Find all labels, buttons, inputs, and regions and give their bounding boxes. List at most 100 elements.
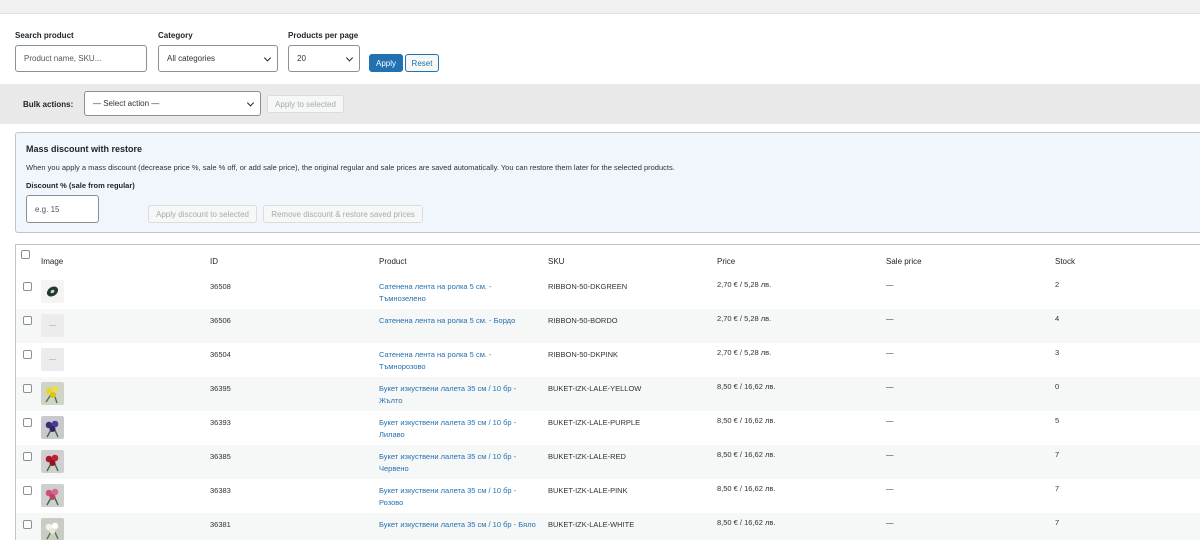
product-stock: 7: [1055, 450, 1060, 459]
product-stock: 3: [1055, 348, 1060, 357]
placeholder-thumb: [41, 314, 64, 337]
row-checkbox[interactable]: [23, 418, 32, 427]
product-sale-price: —: [886, 280, 894, 289]
remove-discount-button[interactable]: Remove discount & restore saved prices: [263, 205, 423, 223]
discount-title: Mass discount with restore: [26, 144, 143, 154]
product-stock: 7: [1055, 518, 1060, 527]
product-price: 2,70 € / 5,28 лв.: [717, 314, 772, 323]
per-page-value: 20: [297, 54, 306, 63]
discount-description: When you apply a mass discount (decrease…: [26, 163, 675, 172]
bulk-actions-label: Bulk actions:: [23, 100, 74, 109]
row-checkbox[interactable]: [23, 452, 32, 461]
product-sale-price: —: [886, 416, 894, 425]
tulip-purple-thumb: [41, 416, 64, 439]
discount-percent-input[interactable]: e.g. 15: [26, 195, 99, 223]
bulk-action-select[interactable]: — Select action —: [84, 91, 261, 116]
product-sku: BUKET-IZK-LALE-PURPLE: [548, 418, 641, 427]
bulk-actions-bar: Bulk actions: — Select action — Apply to…: [0, 84, 1200, 124]
per-page-label: Products per page: [288, 31, 359, 40]
row-checkbox[interactable]: [23, 384, 32, 393]
discount-placeholder: e.g. 15: [35, 204, 60, 214]
product-name-link[interactable]: Сатенена лента на ролка 5 см. - Бордо: [379, 315, 539, 327]
category-label: Category: [158, 31, 193, 40]
column-header-stock: Stock: [1055, 257, 1076, 266]
product-name-link[interactable]: Букет изкуствени лалета 35 см / 10 бр - …: [379, 485, 539, 509]
product-id: 36385: [210, 452, 231, 461]
apply-discount-button[interactable]: Apply discount to selected: [148, 205, 257, 223]
product-sale-price: —: [886, 348, 894, 357]
product-sale-price: —: [886, 314, 894, 323]
product-name-link[interactable]: Сатенена лента на ролка 5 см. - Тъмнозел…: [379, 281, 539, 305]
product-sku: BUKET-IZK-LALE-RED: [548, 452, 626, 461]
product-id: 36383: [210, 486, 231, 495]
product-price: 2,70 € / 5,28 лв.: [717, 280, 772, 289]
placeholder-thumb: [41, 348, 64, 371]
table-row: 36508 Сатенена лента на ролка 5 см. - Тъм…: [16, 275, 1200, 309]
product-name-link[interactable]: Букет изкуствени лалета 35 см / 10 бр - …: [379, 383, 539, 407]
apply-to-selected-button[interactable]: Apply to selected: [267, 95, 344, 113]
product-stock: 0: [1055, 382, 1060, 391]
product-name-link[interactable]: Букет изкуствени лалета 35 см / 10 бр - …: [379, 417, 539, 441]
product-id: 36395: [210, 384, 231, 393]
product-sku: BUKET-IZK-LALE-PINK: [548, 486, 628, 495]
discount-field-label: Discount % (sale from regular): [26, 181, 135, 190]
tulip-pink-thumb: [41, 484, 64, 507]
ribbon-dkgreen-thumb: [41, 280, 64, 303]
product-name-link[interactable]: Букет изкуствени лалета 35 см / 10 бр - …: [379, 451, 539, 475]
chevron-down-icon: [246, 98, 255, 107]
per-page-select[interactable]: 20: [288, 45, 360, 72]
search-label: Search product: [15, 31, 74, 40]
products-panel: Search product Product name, SKU... Cate…: [0, 13, 1200, 540]
table-row: 36393 Букет изкуствени лалета 35 см / 10 …: [16, 411, 1200, 445]
product-name-link[interactable]: Сатенена лента на ролка 5 см. - Тъмнороз…: [379, 349, 539, 373]
product-price: 8,50 € / 16,62 лв.: [717, 450, 776, 459]
chevron-down-icon: [345, 53, 354, 62]
row-checkbox[interactable]: [23, 520, 32, 529]
product-price: 8,50 € / 16,62 лв.: [717, 382, 776, 391]
column-header-price: Price: [717, 257, 736, 266]
product-price: 8,50 € / 16,62 лв.: [717, 416, 776, 425]
table-row: 36395 Букет изкуствени лалета 35 см / 10 …: [16, 377, 1200, 411]
product-sku: RIBBON-50-DKPINK: [548, 350, 619, 359]
column-header-sku: SKU: [548, 257, 565, 266]
product-sale-price: —: [886, 484, 894, 493]
column-header-image: Image: [41, 257, 64, 266]
product-name-link[interactable]: Букет изкуствени лалета 35 см / 10 бр - …: [379, 519, 539, 531]
select-all-checkbox[interactable]: [21, 250, 30, 259]
category-select[interactable]: All categories: [158, 45, 278, 72]
product-sku: BUKET-IZK-LALE-YELLOW: [548, 384, 642, 393]
mass-discount-box: Mass discount with restore When you appl…: [15, 132, 1200, 233]
product-id: 36506: [210, 316, 231, 325]
product-sale-price: —: [886, 382, 894, 391]
table-header: Image ID Product SKU Price Sale price St…: [16, 245, 1200, 275]
product-sale-price: —: [886, 518, 894, 527]
product-id: 36504: [210, 350, 231, 359]
search-placeholder: Product name, SKU...: [24, 54, 102, 63]
tulip-red-thumb: [41, 450, 64, 473]
table-row: 36383 Букет изкуствени лалета 35 см / 10 …: [16, 479, 1200, 513]
table-row: 36385 Букет изкуствени лалета 35 см / 10 …: [16, 445, 1200, 479]
products-table: Image ID Product SKU Price Sale price St…: [15, 244, 1200, 540]
product-price: 8,50 € / 16,62 лв.: [717, 484, 776, 493]
product-id: 36381: [210, 520, 231, 529]
product-price: 8,50 € / 16,62 лв.: [717, 518, 776, 527]
reset-filters-button[interactable]: Reset: [405, 54, 439, 72]
product-stock: 2: [1055, 280, 1060, 289]
product-sku: RIBBON-50-BORDO: [548, 316, 618, 325]
bulk-action-value: — Select action —: [93, 99, 160, 108]
column-header-sale-price: Sale price: [886, 257, 922, 266]
row-checkbox[interactable]: [23, 486, 32, 495]
chevron-down-icon: [263, 53, 272, 62]
search-input[interactable]: Product name, SKU...: [15, 45, 147, 72]
tulip-yellow-thumb: [41, 382, 64, 405]
row-checkbox[interactable]: [23, 350, 32, 359]
row-checkbox[interactable]: [23, 282, 32, 291]
product-price: 2,70 € / 5,28 лв.: [717, 348, 772, 357]
row-checkbox[interactable]: [23, 316, 32, 325]
apply-filters-button[interactable]: Apply: [369, 54, 403, 72]
product-id: 36393: [210, 418, 231, 427]
category-value: All categories: [167, 54, 216, 63]
table-row: 36504 Сатенена лента на ролка 5 см. - Тъм…: [16, 343, 1200, 377]
table-row: 36381 Букет изкуствени лалета 35 см / 10 …: [16, 513, 1200, 540]
tulip-white-thumb: [41, 518, 64, 540]
